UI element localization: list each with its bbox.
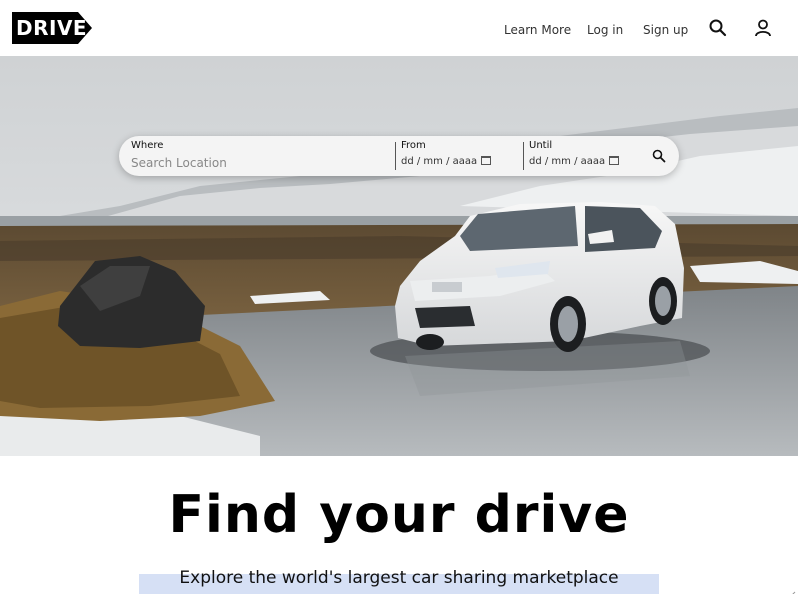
search-bar: Where From dd / mm / aaaa Until dd / mm … <box>119 136 679 176</box>
hero-headline: Find your drive <box>168 485 630 545</box>
search-icon[interactable] <box>708 18 728 38</box>
calendar-icon[interactable] <box>481 156 492 165</box>
calendar-icon[interactable] <box>609 156 620 165</box>
from-date-value: dd / mm / aaaa <box>401 156 478 167</box>
where-field[interactable]: Where <box>131 136 393 176</box>
sign-up-link[interactable]: Sign up <box>643 23 688 37</box>
from-date-field[interactable]: From dd / mm / aaaa <box>401 136 521 176</box>
resize-grip-icon[interactable] <box>788 584 796 594</box>
until-label: Until <box>529 140 553 151</box>
learn-more-link[interactable]: Learn More <box>504 23 571 37</box>
logo-text: DRIVE <box>16 16 88 40</box>
until-date-value: dd / mm / aaaa <box>529 156 606 167</box>
search-submit-icon[interactable] <box>651 148 667 164</box>
search-location-input[interactable] <box>131 155 381 171</box>
top-navbar: DRIVE Learn More Log in Sign up <box>0 0 798 56</box>
from-label: From <box>401 140 426 151</box>
log-in-link[interactable]: Log in <box>587 23 623 37</box>
until-date-input[interactable]: dd / mm / aaaa <box>529 156 620 167</box>
divider <box>395 142 396 170</box>
where-label: Where <box>131 140 164 151</box>
drive-logo[interactable]: DRIVE <box>12 12 92 44</box>
user-icon[interactable] <box>753 18 773 38</box>
hero-landscape-image <box>0 56 798 456</box>
divider <box>523 142 524 170</box>
hero-image: Where From dd / mm / aaaa Until dd / mm … <box>0 56 798 456</box>
from-date-input[interactable]: dd / mm / aaaa <box>401 156 492 167</box>
hero-subheadline: Explore the world's largest car sharing … <box>179 568 619 588</box>
until-date-field[interactable]: Until dd / mm / aaaa <box>529 136 649 176</box>
